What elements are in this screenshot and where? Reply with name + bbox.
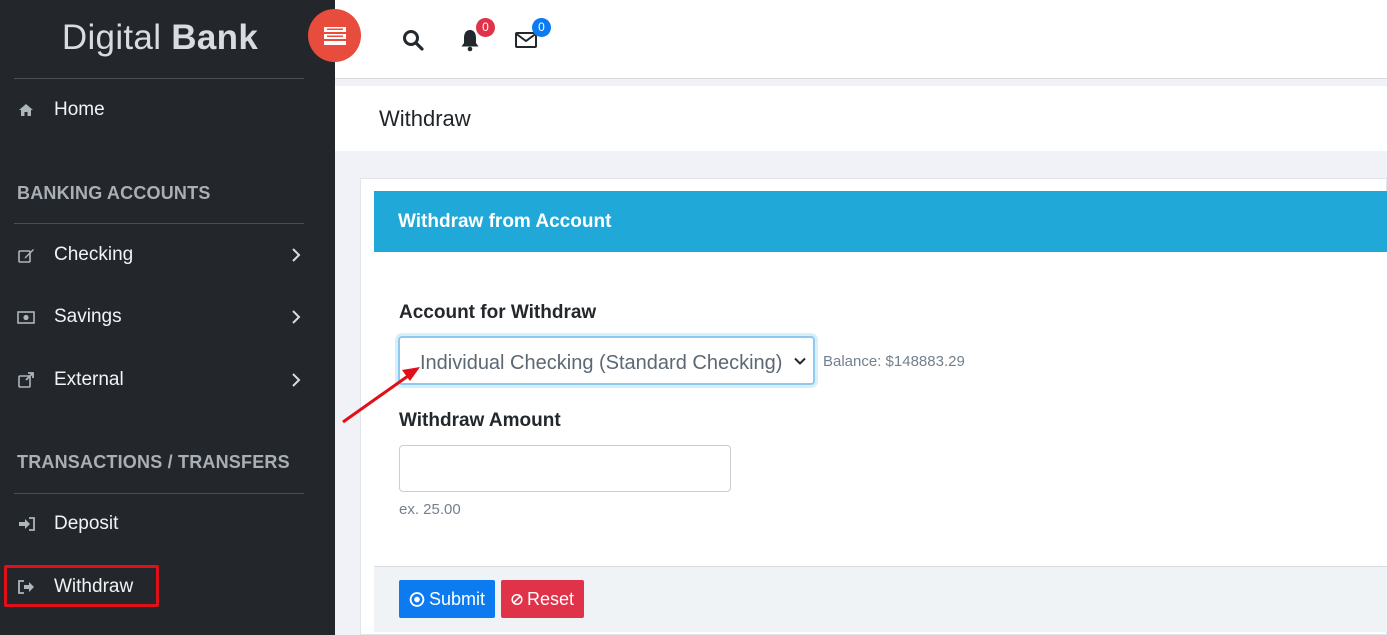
sidebar: Digital Bank Home BANKING ACCOUNTS Check… xyxy=(0,0,335,635)
card-header-title: Withdraw from Account xyxy=(398,211,612,232)
amount-hint: ex. 25.00 xyxy=(399,501,461,518)
submit-label: Submit xyxy=(428,588,485,609)
sidebar-item-home[interactable]: Home xyxy=(0,90,320,130)
chevron-right-icon xyxy=(292,373,301,387)
card-header: Withdraw from Account xyxy=(374,191,1387,252)
account-label: Account for Withdraw xyxy=(399,302,597,323)
top-header: 0 0 xyxy=(335,0,1387,79)
divider xyxy=(14,493,304,494)
sign-in-icon xyxy=(16,517,36,531)
withdraw-amount-input[interactable] xyxy=(399,445,731,492)
notifications-badge: 0 xyxy=(476,18,495,37)
account-select-value: Individual Checking (Standard Checking) xyxy=(420,352,783,374)
menu-toggle-icon xyxy=(323,26,346,45)
divider xyxy=(14,223,304,224)
reset-button[interactable]: Reset xyxy=(501,580,584,618)
home-icon xyxy=(16,103,36,117)
amount-label: Withdraw Amount xyxy=(399,410,561,431)
brand-logo[interactable]: Digital Bank xyxy=(0,0,320,78)
chevron-right-icon xyxy=(292,248,301,262)
page-title: Withdraw xyxy=(379,106,471,131)
submit-button[interactable]: Submit xyxy=(399,580,495,618)
sidebar-item-savings[interactable]: Savings xyxy=(0,297,320,337)
menu-toggle-button[interactable] xyxy=(308,9,361,62)
reset-label: Reset xyxy=(526,588,574,609)
divider xyxy=(14,78,304,79)
chevron-right-icon xyxy=(292,310,301,324)
messages-badge: 0 xyxy=(532,18,551,37)
sidebar-item-deposit[interactable]: Deposit xyxy=(0,504,320,544)
sidebar-item-label: Home xyxy=(54,99,105,120)
brand-light: Digital xyxy=(61,18,162,57)
sidebar-item-external[interactable]: External xyxy=(0,360,320,400)
card-body xyxy=(374,252,1387,566)
dot-circle-icon xyxy=(409,591,425,607)
page-title-bar: Withdraw xyxy=(335,86,1387,151)
money-icon xyxy=(16,310,36,324)
account-balance: Balance: $148883.29 xyxy=(823,353,965,370)
sidebar-item-label: External xyxy=(54,369,124,390)
section-title-transactions: TRANSACTIONS / TRANSFERS xyxy=(17,452,290,472)
section-title-banking: BANKING ACCOUNTS xyxy=(17,183,211,203)
sidebar-item-checking[interactable]: Checking xyxy=(0,235,320,275)
sidebar-item-label: Checking xyxy=(54,244,134,265)
ban-icon xyxy=(511,593,523,605)
external-link-icon xyxy=(16,372,36,388)
brand-bold: Bank xyxy=(171,18,259,57)
chevron-down-icon xyxy=(794,357,806,365)
search-icon[interactable] xyxy=(401,28,425,52)
annotation-highlight-box xyxy=(4,565,159,607)
edit-icon xyxy=(16,248,36,263)
sidebar-item-label: Deposit xyxy=(54,513,119,534)
account-select[interactable]: Individual Checking (Standard Checking) xyxy=(398,336,815,385)
sidebar-item-label: Savings xyxy=(54,306,122,327)
